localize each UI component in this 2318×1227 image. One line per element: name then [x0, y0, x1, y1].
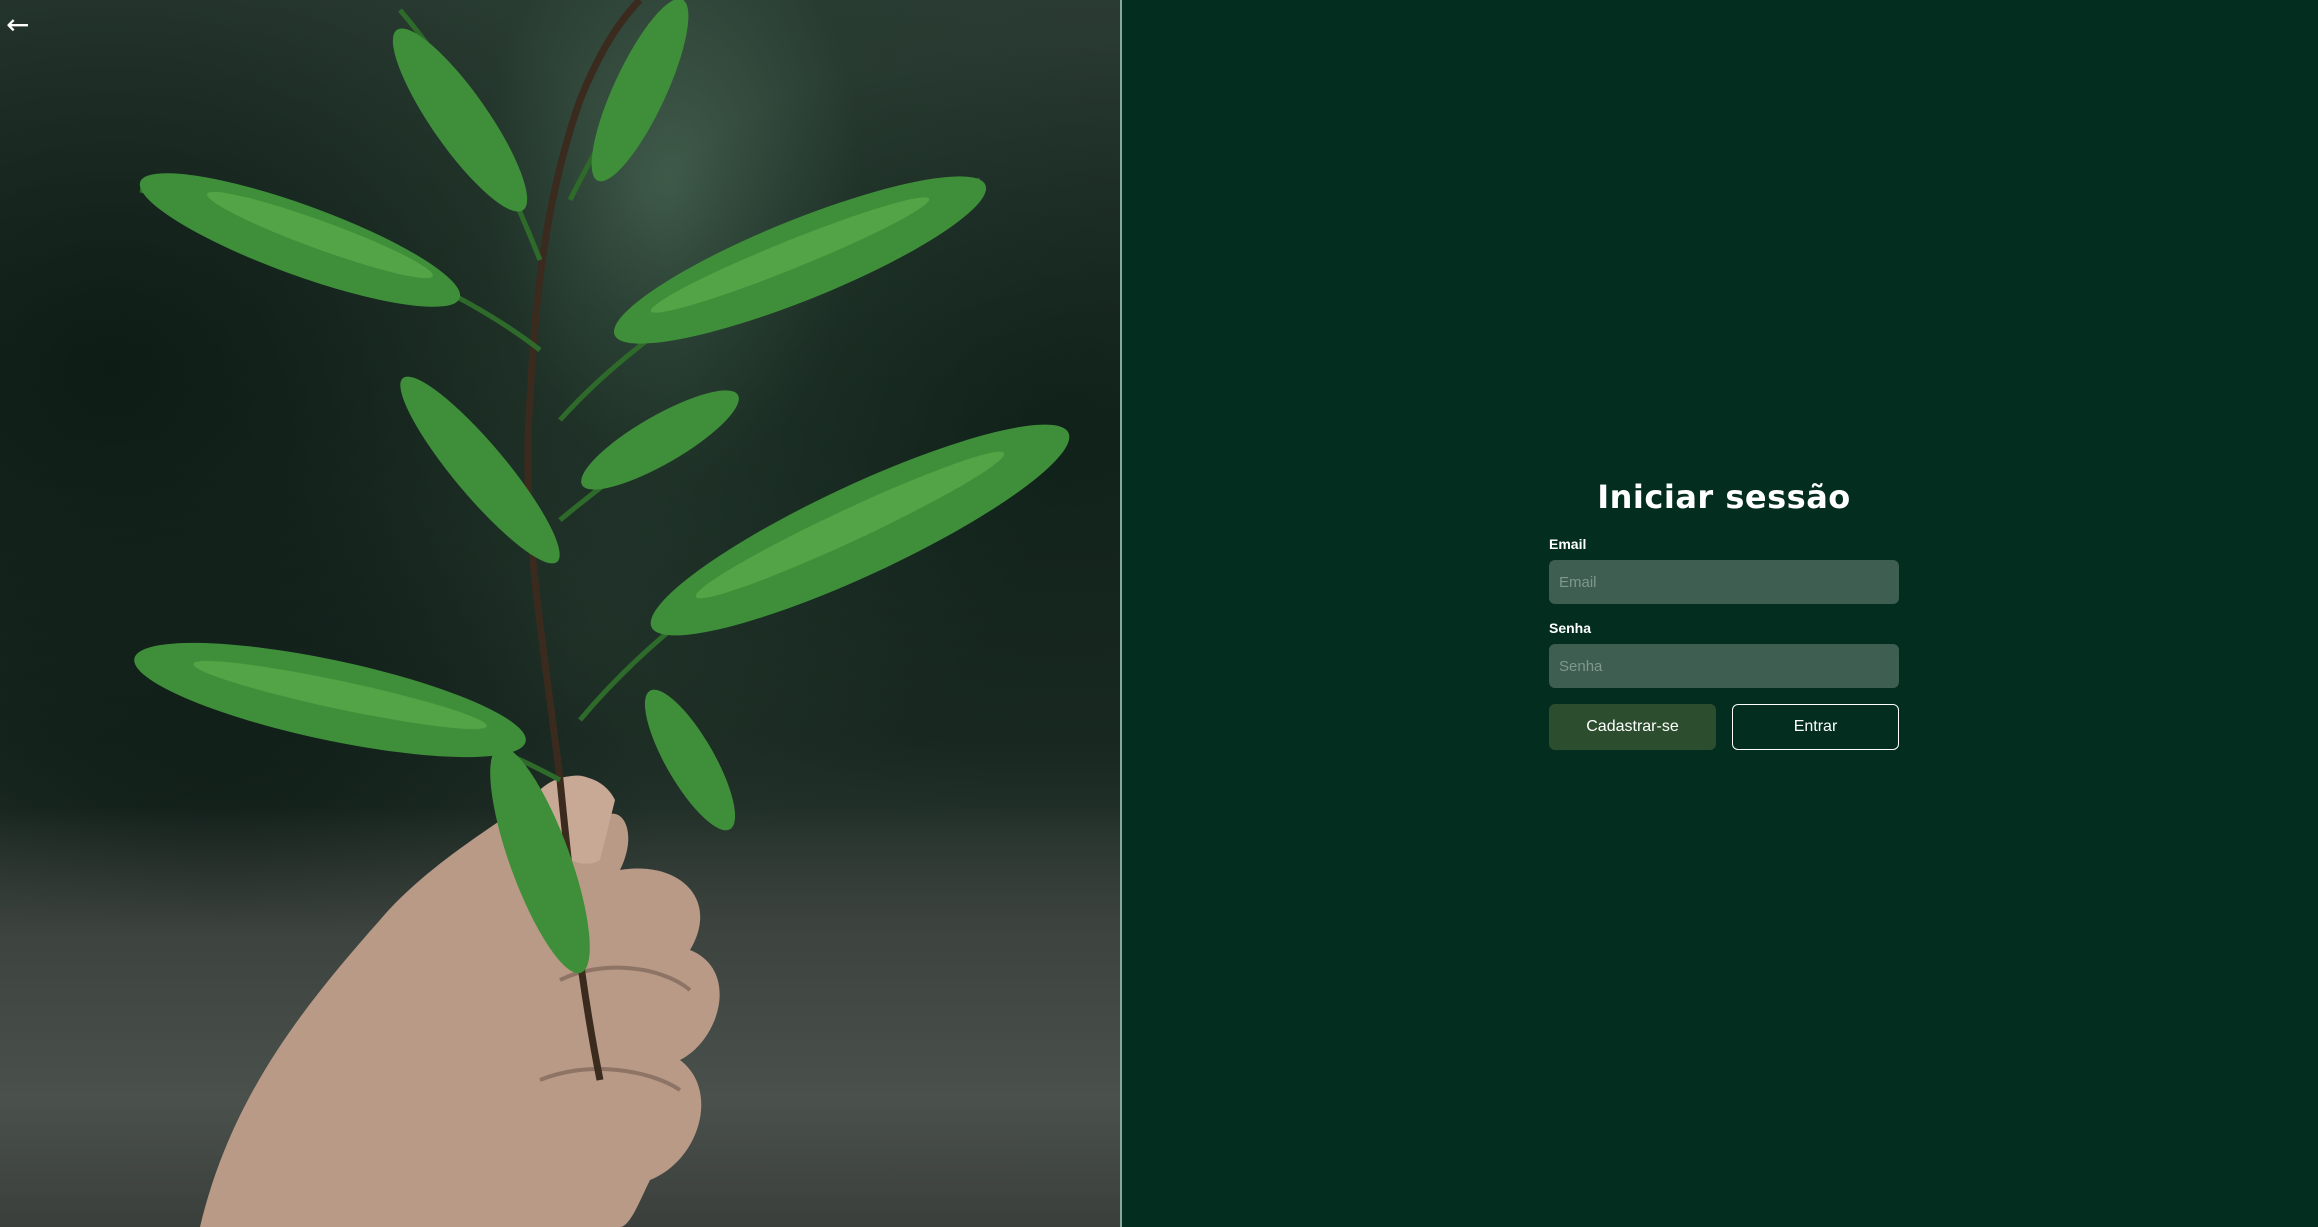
email-field[interactable]	[1549, 560, 1899, 604]
back-button[interactable]: ←	[6, 10, 36, 40]
panel-divider	[1120, 0, 1122, 1227]
register-button[interactable]: Cadastrar-se	[1549, 704, 1716, 750]
password-group: Senha	[1549, 620, 1899, 688]
login-form: Iniciar sessão Email Senha Cadastrar-se …	[1549, 478, 1899, 750]
email-label: Email	[1549, 536, 1587, 552]
password-field[interactable]	[1549, 644, 1899, 688]
password-label: Senha	[1549, 620, 1592, 636]
page-title: Iniciar sessão	[1597, 478, 1851, 516]
form-actions: Cadastrar-se Entrar	[1549, 704, 1899, 750]
fern-branch-illustration	[134, 0, 1070, 1227]
arrow-left-icon[interactable]: ←	[6, 8, 29, 41]
login-button[interactable]: Entrar	[1732, 704, 1899, 750]
email-group: Email	[1549, 536, 1899, 604]
hero-image	[0, 0, 1120, 1227]
